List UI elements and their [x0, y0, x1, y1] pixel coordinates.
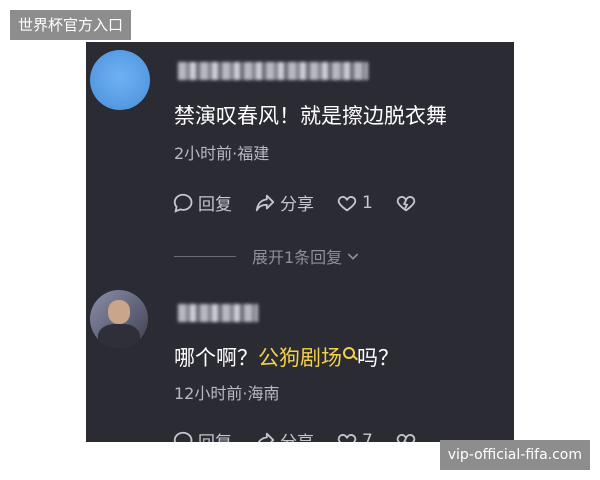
username-blurred[interactable]: [178, 304, 258, 322]
share-label: 分享: [280, 428, 314, 442]
heart-icon: [337, 433, 357, 442]
reply-label: 回复: [198, 428, 232, 442]
share-arrow-icon: [255, 194, 275, 211]
like-count: 1: [362, 192, 373, 213]
avatar[interactable]: [90, 290, 148, 348]
like-button[interactable]: 7: [336, 430, 373, 443]
chat-bubble-icon: [173, 193, 193, 213]
comment-actions: 回复 分享 1: [172, 190, 443, 215]
comment-text: 哪个啊？公狗剧场 吗？: [174, 342, 399, 372]
comment-actions: 回复 分享 7: [172, 428, 443, 442]
divider: [174, 255, 236, 257]
comment-meta: 2小时前·福建: [174, 144, 270, 163]
share-label: 分享: [280, 195, 314, 215]
comment-meta: 12小时前·海南: [174, 384, 280, 403]
search-link[interactable]: 公狗剧场: [258, 346, 342, 370]
dislike-button[interactable]: [395, 430, 421, 442]
dislike-button[interactable]: [395, 192, 421, 214]
username-blurred[interactable]: [178, 62, 368, 80]
watermark-bottom: vip-official-fifa.com: [439, 440, 590, 470]
heart-icon: [337, 195, 357, 211]
reply-button[interactable]: 回复: [172, 190, 232, 215]
like-count: 7: [362, 430, 373, 443]
expand-label: 展开1条回复: [252, 248, 343, 267]
comment-text-part: 吗？: [357, 346, 399, 370]
comments-panel: 禁演叹春风！就是擦边脱衣舞 2小时前·福建 回复 分享 1 展开1条回复 哪个啊…: [86, 42, 514, 442]
reply-label: 回复: [198, 195, 232, 215]
search-icon[interactable]: [343, 347, 355, 359]
expand-replies[interactable]: 展开1条回复: [174, 244, 361, 268]
chat-bubble-icon: [173, 431, 193, 442]
share-button[interactable]: 分享: [254, 428, 314, 442]
watermark-top: 世界杯官方入口: [10, 10, 132, 40]
reply-button[interactable]: 回复: [172, 428, 232, 442]
like-button[interactable]: 1: [336, 192, 373, 214]
comment-text-part: 哪个啊？: [174, 346, 258, 370]
page: 世界杯官方入口 禁演叹春风！就是擦边脱衣舞 2小时前·福建 回复 分享 1 展开…: [0, 0, 600, 480]
broken-heart-icon: [396, 433, 416, 442]
share-arrow-icon: [257, 432, 275, 442]
comment-text: 禁演叹春风！就是擦边脱衣舞: [174, 104, 447, 128]
share-button[interactable]: 分享: [254, 190, 314, 215]
chevron-down-icon: [347, 253, 359, 260]
broken-heart-icon: [396, 195, 416, 211]
avatar[interactable]: [90, 50, 150, 110]
